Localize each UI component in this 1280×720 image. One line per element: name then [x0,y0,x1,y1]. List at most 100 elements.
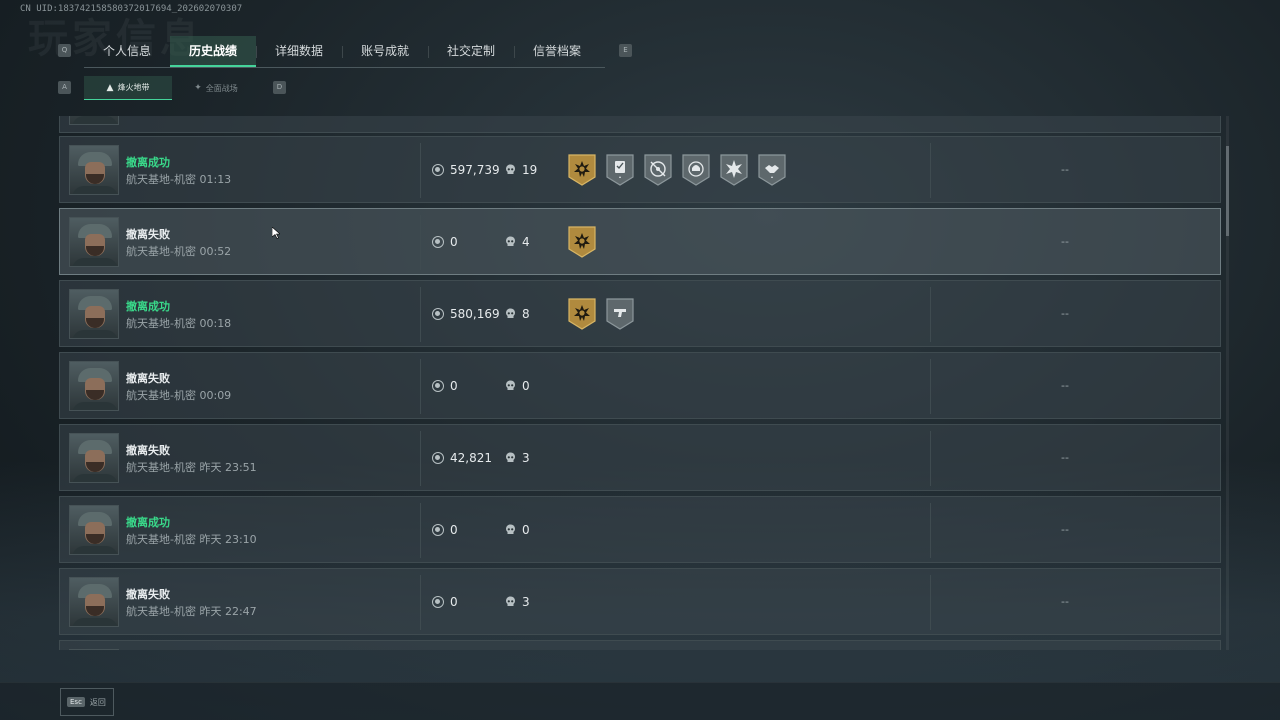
extraction-status: 撤离成功 [126,156,170,169]
map-name: 航天基地-机密 [126,173,196,186]
kill-count: 4 [505,235,530,249]
loot-value-text: 0 [450,523,458,537]
handshake-badge-icon[interactable] [757,153,787,187]
burst-badge-icon[interactable] [719,153,749,187]
loot-value-text: 580,169 [450,307,500,321]
skull-icon [506,308,515,318]
avatar [69,649,119,650]
avatar [69,217,119,267]
loot-value-text: 42,821 [450,451,492,465]
back-button[interactable]: Esc 返回 [60,688,114,716]
coin-icon [432,452,444,464]
map-and-time: 航天基地-机密 昨天 22:47 [126,603,257,619]
kill-count-text: 8 [522,307,530,321]
helmet-badge-icon[interactable] [681,153,711,187]
extra-info: -- [1061,379,1069,392]
card-badge-icon[interactable] [605,153,635,187]
map-name: 航天基地-机密 [126,461,196,474]
map-name: 航天基地-机密 [126,533,196,546]
partial-row-bottom[interactable] [59,640,1221,650]
coin-icon [432,164,444,176]
divider [930,215,931,270]
mouse-cursor-icon [272,227,280,239]
key-hint-next-subtab[interactable]: D [273,81,286,94]
kill-count-text: 0 [522,379,530,393]
map-and-time: 航天基地-机密 01:13 [126,171,231,187]
kill-count: 19 [505,163,537,177]
tab-1[interactable]: 历史战绩 [170,36,256,67]
gold-star-badge-icon[interactable] [567,225,597,259]
subtab-label: 烽火地带 [117,83,150,92]
divider [930,143,931,198]
kill-count-text: 3 [522,595,530,609]
map-name: 航天基地-机密 [126,389,196,402]
scrollbar-thumb[interactable] [1226,146,1229,236]
tab-2[interactable]: 详细数据 [256,36,342,67]
match-history-list[interactable]: 撤离成功 航天基地-机密 01:13 597,739 19 -- 撤离失败 航天基地-机密 … [59,116,1222,650]
subtab-0[interactable]: ▲ 烽火地带 [84,76,172,100]
extraction-status: 撤离失败 [126,444,170,457]
extraction-status: 撤离成功 [126,516,170,529]
match-row[interactable]: 撤离失败 航天基地-机密 00:52 0 4 -- [59,208,1221,275]
extra-info: -- [1061,235,1069,248]
kill-count: 3 [505,451,530,465]
avatar [69,361,119,411]
map-name: 航天基地-机密 [126,245,196,258]
match-row[interactable]: 撤离失败 航天基地-机密 00:09 0 0 -- [59,352,1221,419]
tab-4[interactable]: 社交定制 [428,36,514,67]
tab-0[interactable]: 个人信息 [84,36,170,67]
match-time: 00:09 [199,389,232,402]
extraction-status: 撤离失败 [126,588,170,601]
match-row[interactable]: 撤离成功 航天基地-机密 00:18 580,169 8 -- [59,280,1221,347]
match-time: 昨天 22:47 [199,605,257,618]
scrollbar[interactable] [1226,116,1229,650]
divider [420,359,421,414]
gold-star-badge-icon[interactable] [567,153,597,187]
gold-star-badge-icon[interactable] [567,297,597,331]
loot-value: 0 [432,379,458,393]
key-hint-prev-tab[interactable]: Q [58,44,71,57]
divider [420,575,421,630]
subtab-1[interactable]: ✦ 全面战场 [172,76,260,100]
loot-value-text: 597,739 [450,163,500,177]
skull-icon [506,236,515,246]
match-row[interactable]: 撤离成功 航天基地-机密 01:13 597,739 19 -- [59,136,1221,203]
divider [930,287,931,342]
bottom-bar [0,682,1280,720]
kill-count-text: 0 [522,523,530,537]
match-row[interactable]: 撤离失败 航天基地-机密 昨天 22:47 0 3 -- [59,568,1221,635]
match-row[interactable]: 撤离失败 航天基地-机密 昨天 23:51 42,821 3 -- [59,424,1221,491]
loot-value: 42,821 [432,451,492,465]
kill-count: 8 [505,307,530,321]
loot-value-text: 0 [450,379,458,393]
match-time: 00:52 [199,245,232,258]
subtab-mode-icon: ▲ [106,82,114,93]
subtab-label: 全面战场 [205,83,238,93]
map-name: 航天基地-机密 [126,317,196,330]
coin-icon [432,524,444,536]
skull-icon [506,596,515,606]
match-time: 昨天 23:51 [199,461,257,474]
avatar [69,116,119,125]
partial-row-top[interactable] [59,116,1221,133]
divider [420,143,421,198]
subtab-mode-icon: ✦ [194,83,202,93]
tab-5[interactable]: 信誉档案 [514,36,600,67]
gun-badge-icon[interactable] [605,297,635,331]
match-time: 01:13 [199,173,232,186]
kill-count: 0 [505,523,530,537]
sub-tab-bar: ▲ 烽火地带 ✦ 全面战场 [84,76,260,100]
avatar [69,145,119,195]
loot-value: 597,739 [432,163,500,177]
match-row[interactable]: 撤离成功 航天基地-机密 昨天 23:10 0 0 -- [59,496,1221,563]
key-hint-prev-subtab[interactable]: A [58,81,71,94]
avatar [69,577,119,627]
loot-value: 0 [432,235,458,249]
target-badge-icon[interactable] [643,153,673,187]
divider [930,575,931,630]
tab-3[interactable]: 账号成就 [342,36,428,67]
main-tab-bar: 个人信息 历史战绩 详细数据 账号成就 社交定制 信誉档案 [84,36,605,68]
skull-icon [506,524,515,534]
key-hint-next-tab[interactable]: E [619,44,632,57]
avatar [69,289,119,339]
